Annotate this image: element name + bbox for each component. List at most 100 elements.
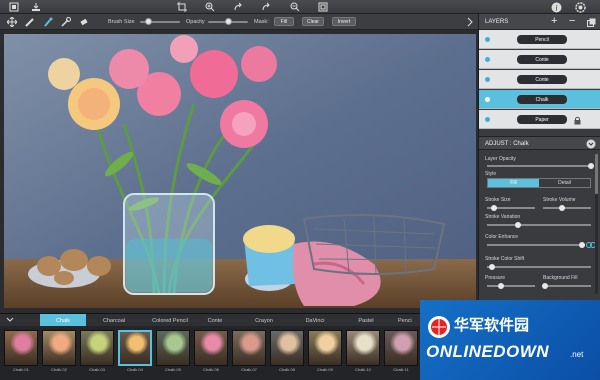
zoom-in-icon[interactable]	[204, 1, 216, 13]
eraser-icon[interactable]	[78, 16, 90, 28]
layer-visibility-icon[interactable]	[485, 77, 490, 82]
eyedropper-icon[interactable]	[60, 16, 72, 28]
preset-thumbnail-label: Chalk 10	[355, 367, 371, 372]
background-fill-slider[interactable]	[542, 283, 591, 289]
style-label: Style	[485, 171, 497, 177]
watermark-suffix: .net	[570, 350, 584, 359]
layer-row-selected[interactable]: Chalk	[479, 90, 600, 109]
add-layer-button[interactable]: +	[551, 15, 557, 27]
preset-thumbnail-label: Chalk 11	[393, 367, 409, 372]
background-fill-label: Background Fill	[543, 275, 578, 281]
watermark-globe-icon	[428, 316, 450, 338]
opacity-slider[interactable]	[208, 18, 248, 25]
svg-text:i: i	[555, 3, 557, 12]
preset-thumbnail[interactable]	[308, 330, 342, 366]
redo-icon[interactable]	[260, 1, 272, 13]
background-fill-knob[interactable]	[542, 283, 549, 289]
watermark-cn-text: 华军软件园	[454, 316, 530, 334]
watermark-en-text: ONLINEDOWN	[426, 342, 550, 361]
move-icon[interactable]	[6, 16, 18, 28]
layer-name: Conte	[517, 55, 567, 64]
preset-thumbnail[interactable]	[346, 330, 380, 366]
brush-icon[interactable]	[24, 16, 36, 28]
layer-opacity-knob[interactable]	[588, 163, 594, 169]
style-detail-option[interactable]: Detail	[539, 179, 590, 187]
layer-visibility-icon[interactable]	[485, 97, 490, 102]
layer-row[interactable]: Pencil	[479, 30, 600, 49]
style-fill-option[interactable]: Fill	[488, 179, 539, 187]
preset-thumbnail-label: Chalk 05	[165, 367, 181, 372]
info-icon[interactable]: i	[550, 1, 562, 13]
preset-thumbnail-label: Chalk 08	[279, 367, 295, 372]
stroke-variation-slider[interactable]	[487, 222, 591, 228]
top-toolbar: i	[0, 0, 600, 14]
preset-thumbnail-label: Chalk 09	[317, 367, 333, 372]
brush-size-label: Brush Size	[108, 19, 135, 25]
layer-visibility-icon[interactable]	[485, 117, 490, 122]
style-segmented-control[interactable]: Fill Detail	[487, 178, 591, 188]
adjust-scrollbar[interactable]	[595, 154, 598, 294]
preset-thumbnail[interactable]	[4, 330, 38, 366]
preset-thumbnail[interactable]	[80, 330, 114, 366]
stroke-color-shift-slider[interactable]	[487, 264, 591, 270]
pressure-knob[interactable]	[498, 283, 505, 289]
adjust-toggle-icon[interactable]	[585, 138, 597, 150]
stroke-size-slider[interactable]	[487, 205, 535, 211]
preset-category-tabs: Chalk Charcoal Colored Pencil Conte Cray…	[0, 313, 420, 327]
layer-visibility-icon[interactable]	[485, 37, 490, 42]
layers-header: LAYERS + −	[479, 14, 600, 30]
stroke-volume-slider[interactable]	[543, 205, 591, 211]
lock-icon[interactable]	[571, 114, 583, 126]
adjust-header: ADJUST : Chalk	[479, 136, 600, 150]
brush-size-knob[interactable]	[145, 18, 152, 25]
fit-screen-icon[interactable]	[317, 1, 329, 13]
layer-row[interactable]: Paper	[479, 110, 600, 129]
preset-thumbnail[interactable]	[232, 330, 266, 366]
settings-icon[interactable]	[574, 1, 586, 13]
preset-thumbnail-label: Chalk 02	[51, 367, 67, 372]
mask-label: Mask:	[254, 19, 269, 25]
preset-thumbnail[interactable]	[156, 330, 190, 366]
preset-thumbnail[interactable]	[270, 330, 304, 366]
chevron-down-icon[interactable]	[4, 314, 16, 326]
stroke-volume-knob[interactable]	[559, 205, 566, 211]
preset-thumbnail-label: Chalk 06	[203, 367, 219, 372]
save-icon[interactable]	[30, 1, 42, 13]
remove-layer-button[interactable]: −	[569, 15, 575, 27]
layer-name: Chalk	[517, 95, 567, 104]
undo-icon[interactable]	[232, 1, 244, 13]
stroke-size-knob[interactable]	[491, 205, 498, 211]
brush-toolbar: Brush Size Opacity Mask: Fill Clear Inve…	[0, 14, 478, 30]
adjust-title: ADJUST : Chalk	[485, 141, 529, 147]
scrollbar-thumb[interactable]	[595, 154, 598, 194]
artwork-canvas[interactable]	[4, 34, 476, 308]
brush-size-slider[interactable]	[140, 18, 180, 25]
mask-fill-button[interactable]: Fill	[274, 17, 294, 26]
preset-thumbnail[interactable]	[384, 330, 418, 366]
preset-thumbnail-label: Chalk 01	[13, 367, 29, 372]
crop-icon[interactable]	[176, 1, 188, 13]
preset-thumbnail[interactable]	[42, 330, 76, 366]
layer-name: Paper	[517, 115, 567, 124]
stroke-volume-label: Stroke Volume	[543, 197, 576, 203]
color-enhance-slider[interactable]	[487, 242, 586, 248]
stroke-color-shift-knob[interactable]	[489, 264, 496, 270]
layer-name: Pencil	[517, 35, 567, 44]
layer-visibility-icon[interactable]	[485, 57, 490, 62]
pressure-slider[interactable]	[487, 283, 535, 289]
mask-clear-button[interactable]: Clear	[302, 17, 324, 26]
app-logo-icon[interactable]	[8, 1, 20, 13]
preset-thumbnail[interactable]	[194, 330, 228, 366]
chevron-right-icon[interactable]	[464, 16, 476, 28]
opacity-knob[interactable]	[225, 18, 232, 25]
color-enhance-label: Color Enhance	[485, 234, 519, 240]
zoom-out-icon[interactable]	[289, 1, 301, 13]
layer-opacity-slider[interactable]	[487, 163, 594, 169]
stroke-variation-knob[interactable]	[515, 222, 522, 228]
layer-row[interactable]: Conte	[479, 50, 600, 69]
mask-invert-button[interactable]: Invert	[332, 17, 356, 26]
duplicate-layer-icon[interactable]	[585, 16, 597, 28]
preset-thumbnail[interactable]	[118, 330, 152, 366]
layer-row[interactable]: Conte	[479, 70, 600, 89]
paint-brush-icon[interactable]	[42, 16, 54, 28]
